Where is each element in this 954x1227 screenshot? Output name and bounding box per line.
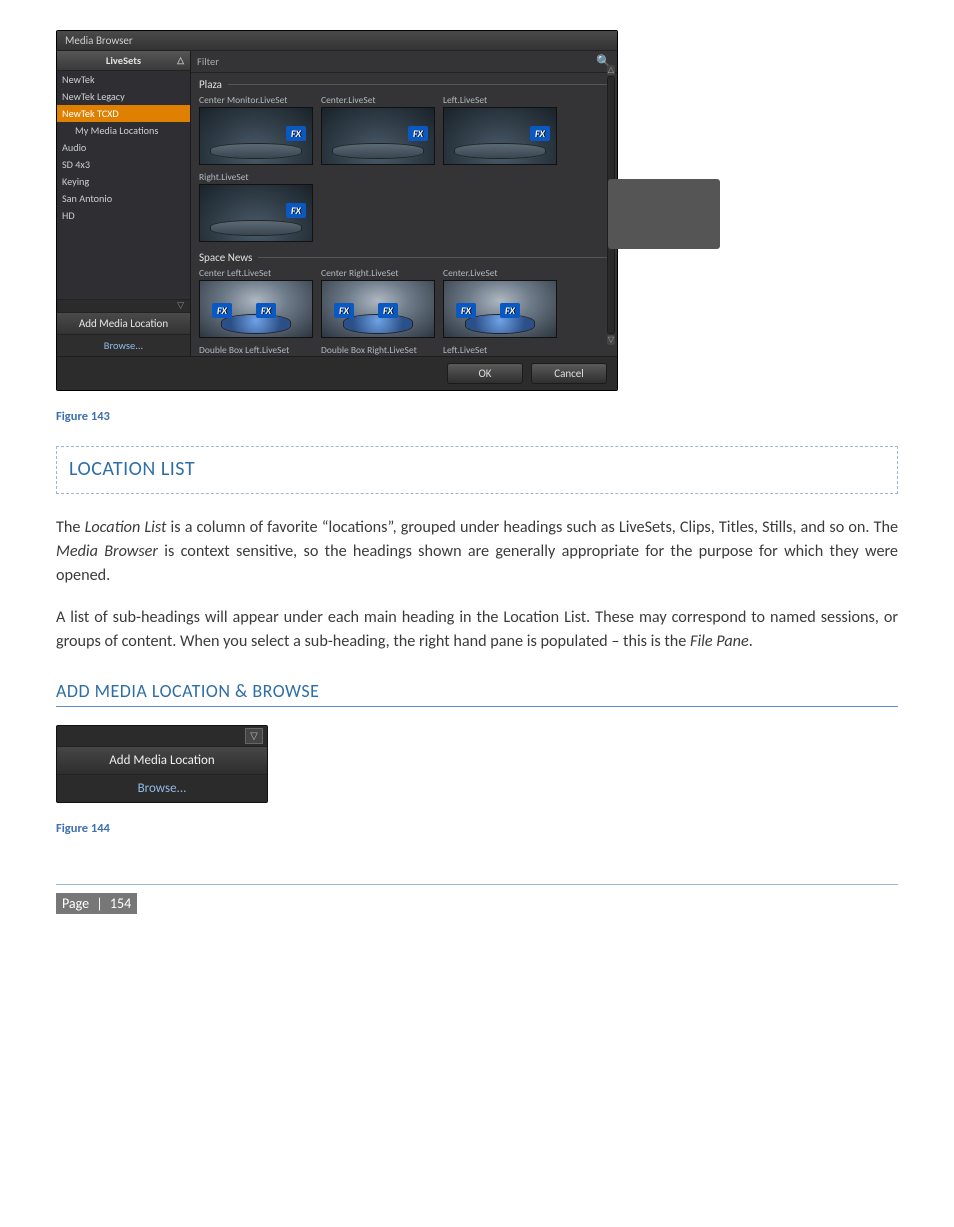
body-paragraph: A list of sub-headings will appear under…: [56, 606, 898, 654]
section-heading: LOCATION LIST: [69, 457, 885, 481]
media-browser-title: Media Browser: [57, 31, 617, 51]
location-list: NewTek NewTek Legacy NewTek TCXD My Medi…: [57, 71, 190, 299]
heading-rule: [56, 706, 898, 707]
group-header: Space News: [199, 248, 613, 267]
add-media-location-panel: ▽ Add Media Location Browse...: [56, 725, 268, 803]
file-pane: Filter 🔍 Plaza Center Monitor.LiveSet FX: [191, 51, 617, 356]
location-item[interactable]: Audio: [57, 139, 190, 156]
divider: [258, 257, 613, 258]
liveset-thumb[interactable]: Double Box Right.LiveSet: [321, 344, 433, 356]
fx-badge-icon: FX: [378, 303, 398, 318]
browse-button[interactable]: Browse...: [57, 774, 267, 802]
location-list-sidebar: LiveSets △ NewTek NewTek Legacy NewTek T…: [57, 51, 191, 356]
location-item[interactable]: NewTek: [57, 71, 190, 88]
thumb-caption: Center Monitor.LiveSet: [199, 94, 311, 107]
scroll-down-icon[interactable]: ▽: [607, 335, 615, 345]
liveset-thumb[interactable]: Center Right.LiveSet FX FX: [321, 267, 433, 338]
fx-badge-icon: FX: [286, 203, 306, 218]
scrollbar-thumb[interactable]: [608, 179, 720, 249]
footer-page-word: Page: [62, 895, 89, 912]
figure-caption: Figure 143: [56, 409, 898, 424]
fx-badge-icon: FX: [530, 126, 550, 141]
chevron-down-icon[interactable]: ▽: [245, 728, 263, 744]
location-item[interactable]: My Media Locations: [57, 122, 190, 139]
location-item[interactable]: Keying: [57, 173, 190, 190]
fx-badge-icon: FX: [212, 303, 232, 318]
fx-badge-icon: FX: [500, 303, 520, 318]
body-paragraph: The Location List is a column of favorit…: [56, 516, 898, 588]
filter-label: Filter: [197, 55, 219, 68]
section-heading-box: LOCATION LIST: [56, 446, 898, 494]
thumb-caption: Left.LiveSet: [443, 344, 555, 356]
divider: [228, 84, 613, 85]
location-item[interactable]: San Antonio: [57, 190, 190, 207]
fx-badge-icon: FX: [408, 126, 428, 141]
liveset-thumb[interactable]: Double Box Left.LiveSet: [199, 344, 311, 356]
location-item[interactable]: HD: [57, 207, 190, 224]
ok-button[interactable]: OK: [447, 363, 523, 384]
figure-caption: Figure 144: [56, 821, 898, 836]
thumb-caption: Center.LiveSet: [443, 267, 555, 280]
fx-badge-icon: FX: [256, 303, 276, 318]
thumb-caption: Double Box Right.LiveSet: [321, 344, 433, 356]
subsection-heading: ADD MEDIA LOCATION & BROWSE: [56, 680, 898, 702]
location-list-heading-label: LiveSets: [106, 54, 141, 67]
location-list-heading[interactable]: LiveSets △: [57, 51, 190, 71]
thumb-caption: Center Right.LiveSet: [321, 267, 433, 280]
location-item[interactable]: SD 4x3: [57, 156, 190, 173]
group-name: Space News: [199, 251, 252, 264]
thumb-caption: Center Left.LiveSet: [199, 267, 311, 280]
liveset-thumb[interactable]: Center Left.LiveSet FX FX: [199, 267, 311, 338]
dialog-button-bar: OK Cancel: [57, 356, 617, 390]
scroll-up-icon[interactable]: △: [607, 65, 615, 75]
footer-rule: [56, 884, 898, 885]
media-browser-dialog: Media Browser LiveSets △ NewTek NewTek L…: [56, 30, 618, 391]
sort-up-icon[interactable]: △: [177, 55, 184, 66]
footer-sep: |: [92, 895, 106, 912]
fx-badge-icon: FX: [286, 126, 306, 141]
thumb-caption: Center.LiveSet: [321, 94, 433, 107]
thumb-caption: Double Box Left.LiveSet: [199, 344, 311, 356]
footer-page-number: 154: [110, 895, 131, 912]
group-name: Plaza: [199, 78, 222, 91]
thumb-caption: Left.LiveSet: [443, 94, 555, 107]
liveset-thumb[interactable]: Center Monitor.LiveSet FX: [199, 94, 311, 165]
location-item-selected[interactable]: NewTek TCXD: [57, 105, 190, 122]
liveset-thumb[interactable]: Center.LiveSet FX FX: [443, 267, 555, 338]
add-media-location-button[interactable]: Add Media Location: [57, 746, 267, 774]
fx-badge-icon: FX: [334, 303, 354, 318]
liveset-thumb[interactable]: Center.LiveSet FX: [321, 94, 433, 165]
liveset-thumb[interactable]: Left.LiveSet: [443, 344, 555, 356]
scroll-down-icon[interactable]: ▽: [57, 299, 190, 312]
thumb-caption: Right.LiveSet: [199, 171, 311, 184]
add-media-location-button[interactable]: Add Media Location: [57, 312, 190, 334]
file-pane-scrollbar[interactable]: △ ▽: [607, 76, 615, 334]
liveset-thumb[interactable]: Left.LiveSet FX: [443, 94, 555, 165]
location-item[interactable]: NewTek Legacy: [57, 88, 190, 105]
liveset-thumb[interactable]: Right.LiveSet FX: [199, 171, 311, 242]
page-footer: Page | 154: [56, 893, 137, 914]
fx-badge-icon: FX: [456, 303, 476, 318]
panel-scroll-row: ▽: [57, 726, 267, 746]
cancel-button[interactable]: Cancel: [531, 363, 607, 384]
group-header: Plaza: [199, 75, 613, 94]
filter-bar: Filter 🔍: [191, 51, 617, 73]
browse-button[interactable]: Browse...: [57, 334, 190, 356]
